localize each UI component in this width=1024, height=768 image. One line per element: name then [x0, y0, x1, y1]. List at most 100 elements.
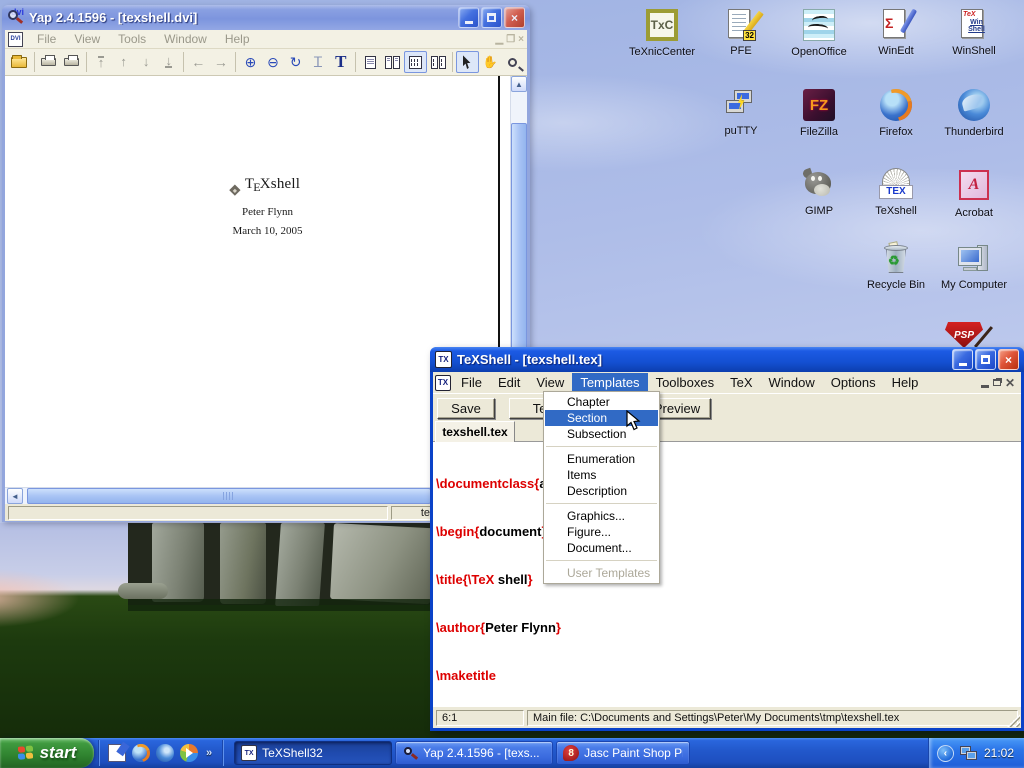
texshell-menu-tex[interactable]: TeX [722, 373, 760, 392]
menu-item-user-templates: User Templates [544, 565, 659, 581]
text-mode-button[interactable]: T [329, 51, 352, 73]
menu-item-items[interactable]: Items [544, 467, 659, 483]
media-player-quicklaunch-icon[interactable] [180, 744, 198, 762]
show-desktop-icon[interactable] [108, 744, 126, 762]
texshell-menu-options[interactable]: Options [823, 373, 884, 392]
texshell-menu-view[interactable]: View [528, 373, 572, 392]
page-ruler-view-button[interactable] [404, 51, 427, 73]
print-button[interactable] [38, 51, 61, 73]
single-page-view-button[interactable] [359, 51, 382, 73]
desktop-icon-recycle-bin[interactable]: ♻ Recycle Bin [857, 242, 935, 291]
yap-menu-window[interactable]: Window [156, 31, 215, 47]
desktop-icon-gimp[interactable]: GIMP [780, 168, 858, 217]
yap-menu-view[interactable]: View [66, 31, 108, 47]
taskbar-separator[interactable] [220, 740, 226, 766]
menu-item-enumeration[interactable]: Enumeration [544, 451, 659, 467]
desktop-icon-thunderbird[interactable]: Thunderbird [935, 88, 1013, 138]
yap-close-button[interactable]: × [504, 7, 525, 28]
quicklaunch-overflow-chevron[interactable]: » [204, 747, 214, 759]
yap-mdi-minimize-icon[interactable]: ▁ [495, 34, 503, 45]
desktop-icon-my-computer[interactable]: My Computer [935, 242, 1013, 291]
yap-mdi-restore-icon[interactable]: ❐ [506, 34, 515, 45]
texshell-menu-file[interactable]: File [453, 373, 490, 392]
stone [220, 523, 266, 604]
yap-mdi-close-icon[interactable]: × [518, 34, 524, 45]
texshell-statusbar: 6:1 Main file: C:\Documents and Settings… [433, 707, 1021, 728]
mdi-minimize-icon[interactable] [981, 385, 989, 388]
desktop-icon-winshell[interactable]: TeX Win Shell WinShell [935, 8, 1013, 57]
thunderbird-quicklaunch-icon[interactable] [156, 744, 174, 762]
taskbutton-yap[interactable]: Yap 2.4.1596 - [texs... [395, 741, 553, 765]
desktop-icon-firefox[interactable]: Firefox [857, 88, 935, 138]
yap-menu-file[interactable]: File [29, 31, 64, 47]
two-page-ruler-view-button[interactable] [427, 51, 450, 73]
yap-minimize-button[interactable] [458, 7, 479, 28]
texshell-close-button[interactable]: × [998, 349, 1019, 370]
refresh-button[interactable]: ↻ [284, 51, 307, 73]
print-page-button[interactable] [60, 51, 83, 73]
yap-titlebar[interactable]: dvi Yap 2.4.1596 - [texshell.dvi] × [2, 5, 530, 30]
desktop-icon-filezilla[interactable]: FZ FileZilla [780, 88, 858, 138]
desktop-icon-texshell[interactable]: TEX TeXshell [857, 168, 935, 217]
scroll-left-icon[interactable]: ◄ [7, 488, 23, 504]
texshell-menu-help[interactable]: Help [884, 373, 927, 392]
save-button[interactable]: Save [437, 398, 495, 419]
yap-menu-tools[interactable]: Tools [110, 31, 154, 47]
menu-item-chapter[interactable]: Chapter [544, 394, 659, 410]
texshell-titlebar[interactable]: TX TeXShell - [texshell.tex] × [430, 347, 1024, 372]
taskbar-separator[interactable] [96, 740, 102, 766]
yap-toolbar: ↑ ↑ ↓ ↓ ← → ⊕ ⊖ ↻ Ꮖ T ✋ [5, 49, 527, 76]
tab-texshell-tex[interactable]: texshell.tex [435, 421, 515, 442]
firefox-quicklaunch-icon[interactable] [132, 744, 150, 762]
open-file-button[interactable] [8, 51, 31, 73]
network-icon[interactable] [960, 745, 978, 761]
desktop-icon-putty[interactable]: puTTY [702, 88, 780, 137]
zoom-in-button[interactable]: ⊕ [239, 51, 262, 73]
tray-collapse-chevron[interactable]: ‹ [937, 745, 954, 762]
texshell-menu-window[interactable]: Window [761, 373, 823, 392]
menu-item-figure[interactable]: Figure... [544, 524, 659, 540]
desktop-icon-texniccenter[interactable]: TxC TeXnicCenter [623, 8, 701, 58]
hand-tool-button[interactable]: ✋ [479, 51, 502, 73]
taskbutton-texshell32[interactable]: TX TeXShell32 [234, 741, 392, 765]
pointer-tool-button[interactable] [456, 51, 479, 73]
desktop-icon-paint-shop-pro[interactable]: PSP [945, 322, 983, 348]
yap-menu-help[interactable]: Help [217, 31, 258, 47]
menu-item-document[interactable]: Document... [544, 540, 659, 556]
window-resize-grip[interactable] [1007, 714, 1020, 727]
texshell-menu-edit[interactable]: Edit [490, 373, 528, 392]
menu-item-graphics[interactable]: Graphics... [544, 508, 659, 524]
last-page-button[interactable]: ↓ [157, 51, 180, 73]
texshell-menu-toolboxes[interactable]: Toolboxes [648, 373, 723, 392]
menu-item-description[interactable]: Description [544, 483, 659, 499]
texshell-menu-templates[interactable]: Templates [572, 373, 647, 392]
scroll-up-icon[interactable]: ▲ [511, 76, 527, 92]
taskbutton-paint-shop-pro[interactable]: 8 Jasc Paint Shop Pro [556, 741, 690, 765]
texshell-maximize-button[interactable] [975, 349, 996, 370]
desktop-icon-acrobat[interactable]: A Acrobat [935, 168, 1013, 219]
paint-shop-pro-task-icon: 8 [563, 745, 579, 761]
yap-hscroll-thumb[interactable] [27, 488, 431, 504]
zoom-out-button[interactable]: ⊖ [262, 51, 285, 73]
texshell-editor[interactable]: \documentclass{a \begin{document} \title… [433, 442, 1021, 707]
yap-maximize-button[interactable] [481, 7, 502, 28]
desktop-icon-winedt[interactable]: Σ WinEdt [857, 8, 935, 57]
previous-page-button[interactable]: ↑ [112, 51, 135, 73]
back-button[interactable]: ← [187, 51, 210, 73]
first-page-button[interactable]: ↑ [90, 51, 113, 73]
start-button[interactable]: start [0, 738, 94, 768]
mdi-restore-icon[interactable] [993, 379, 1001, 386]
next-page-button[interactable]: ↓ [135, 51, 158, 73]
two-page-view-button[interactable] [382, 51, 405, 73]
texshell-minimize-button[interactable] [952, 349, 973, 370]
magnifier-tool-button[interactable] [501, 51, 524, 73]
desktop-icon-openoffice[interactable]: OpenOffice [780, 8, 858, 58]
pfe-icon: 32 [724, 8, 758, 42]
desktop-icon-pfe[interactable]: 32 PFE [702, 8, 780, 57]
forward-button[interactable]: → [210, 51, 233, 73]
edit-source-button[interactable]: Ꮖ [307, 51, 330, 73]
editor-line: \documentclass{a [436, 476, 1021, 492]
mdi-close-icon[interactable]: ✕ [1005, 377, 1015, 389]
fallen-stone [118, 583, 168, 599]
winedt-icon: Σ [879, 8, 913, 42]
